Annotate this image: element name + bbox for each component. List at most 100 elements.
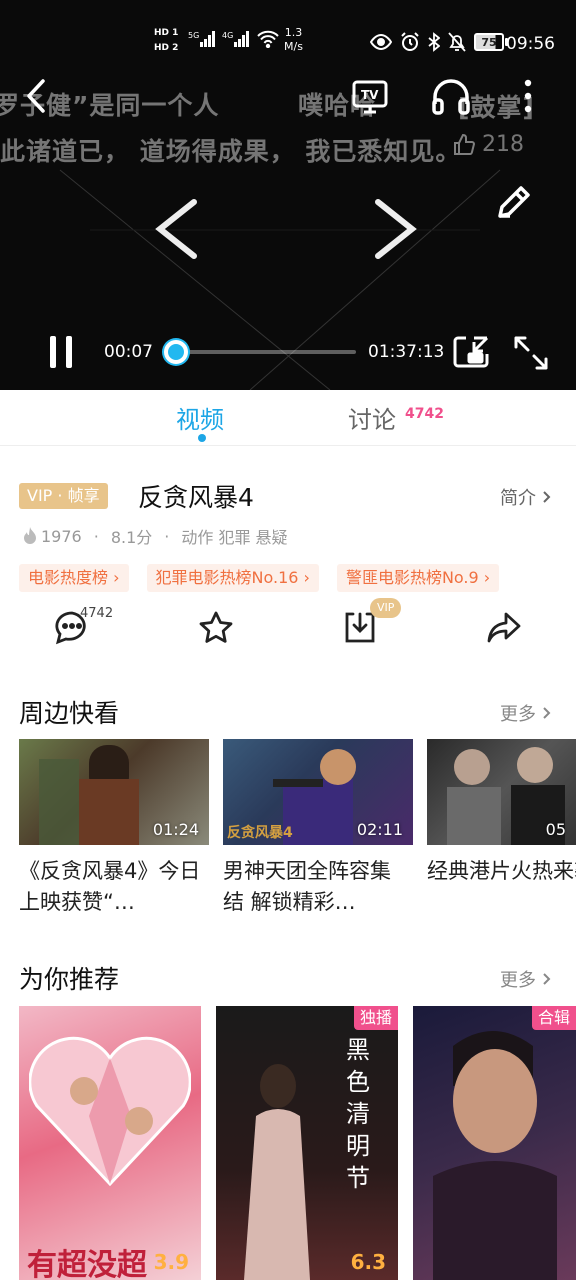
recommend-card[interactable]: 有超没超 3.9: [19, 1006, 201, 1280]
fullscreen-icon: [514, 336, 548, 370]
more-options-button[interactable]: [522, 78, 534, 118]
pip-icon: [453, 336, 489, 368]
download-button[interactable]: [342, 610, 378, 650]
chevron-right-icon: ›: [303, 568, 310, 587]
chevron-right-icon: [375, 199, 417, 259]
flame-icon: [24, 527, 36, 544]
chevron-right-icon: [543, 707, 551, 719]
eye-icon: [370, 34, 392, 50]
share-button[interactable]: [486, 610, 522, 650]
download-vip-tag: VIP: [370, 598, 402, 618]
total-time: 01:37:13: [368, 342, 445, 362]
status-icons: 75: [370, 32, 508, 52]
progress-bar[interactable]: [170, 350, 356, 354]
status-bar: HD 1 HD 2 5G 4G 1.3 M/s 75 09:56: [0, 0, 576, 78]
speed-value: 1.3: [284, 26, 303, 39]
intro-link[interactable]: 简介: [500, 484, 552, 510]
rank-tag[interactable]: 电影热度榜 ›: [19, 564, 129, 592]
clip-caption[interactable]: 经典港片火热来袭，古天乐刘·: [427, 856, 576, 887]
rank-label: 犯罪电影热榜No.16: [155, 568, 299, 587]
speed-unit: M/s: [284, 40, 303, 53]
video-player[interactable]: 罗子健”是同一个人 噗哈哈 [鼓掌] 此诸道已， 道场得成果， 我已悉知见。 2…: [0, 0, 576, 390]
recommend-card[interactable]: 合辑: [413, 1006, 576, 1280]
more-label: 更多: [500, 704, 536, 725]
sim1-label: HD 1: [154, 28, 179, 38]
thumb-up-icon: [454, 133, 476, 155]
favorite-button[interactable]: [198, 610, 234, 650]
star-icon: [199, 611, 233, 643]
section-title: 周边快看: [19, 699, 120, 728]
send-danmu-button[interactable]: [494, 182, 534, 226]
danmu-like-count: 218: [482, 132, 524, 157]
clip-caption[interactable]: 男神天团全阵容集结 解锁精彩…: [223, 856, 409, 918]
pause-icon: [50, 336, 72, 368]
svg-text:4G: 4G: [222, 31, 233, 40]
clip-duration: 02:11: [356, 820, 403, 839]
signal-4g-icon: 4G: [222, 30, 252, 52]
rank-label: 电影热度榜: [28, 568, 109, 587]
svg-text:5G: 5G: [188, 31, 199, 40]
sim-indicator: HD 1 HD 2: [154, 26, 178, 56]
rating-score: 6.3: [350, 1250, 386, 1274]
fullscreen-button[interactable]: [512, 334, 550, 376]
danmu-comment: 此诸道已， 道场得成果， 我已悉知见。: [0, 137, 462, 166]
clip-caption[interactable]: 《反贪风暴4》今日上映获赞“…: [19, 856, 205, 918]
back-button[interactable]: [26, 78, 46, 118]
bluetooth-icon: [428, 32, 440, 52]
chevron-left-icon: [155, 199, 197, 259]
battery-icon: 75: [474, 33, 508, 51]
tab-discussion[interactable]: 讨论: [348, 400, 396, 435]
pause-button[interactable]: [46, 334, 76, 374]
video-clip-thumbnail[interactable]: 05: [427, 739, 576, 845]
video-clip-thumbnail[interactable]: 01:24: [19, 739, 209, 845]
chevron-right-icon: ›: [113, 568, 120, 587]
mute-bell-icon: [448, 32, 466, 52]
danmu-like[interactable]: 218: [452, 132, 524, 157]
poster-title: 黑色清明节: [346, 1036, 370, 1192]
previous-button[interactable]: [152, 198, 200, 264]
share-icon: [487, 612, 521, 643]
poster-image: [433, 1031, 557, 1280]
chevron-right-icon: [543, 973, 551, 985]
headphones-icon: [432, 79, 470, 115]
signal-5g-icon: 5G: [188, 30, 216, 52]
chevron-right-icon: ›: [483, 568, 491, 587]
comment-count: 4742: [80, 606, 114, 621]
more-label: 更多: [500, 970, 536, 991]
chevron-right-icon: [543, 491, 551, 503]
exclusive-badge: 独播: [353, 1006, 398, 1030]
clip-duration: 05: [545, 820, 566, 839]
svg-text:TV: TV: [361, 88, 379, 102]
discussion-count-badge: 4742: [405, 406, 444, 422]
more-link[interactable]: 更多: [500, 700, 552, 726]
rank-tag[interactable]: 警匪电影热榜No.9 ›: [336, 564, 500, 592]
rank-label: 警匪电影热榜No.9: [345, 568, 479, 587]
alarm-icon: [401, 32, 419, 51]
intro-label: 简介: [500, 488, 536, 509]
recommend-card[interactable]: 独播 黑色清明节 6.3: [216, 1006, 398, 1280]
rank-tags: 电影热度榜 › 犯罪电影热榜No.16 › 警匪电影热榜No.9 ›: [19, 564, 500, 592]
next-button[interactable]: [372, 198, 420, 264]
sim2-label: HD 2: [154, 43, 179, 53]
audio-mode-button[interactable]: [430, 76, 472, 122]
more-vertical-icon: [524, 79, 532, 113]
active-tab-indicator: [198, 434, 206, 442]
heart-collage-image: [29, 1036, 191, 1186]
wifi-icon: [256, 30, 280, 52]
cast-tv-button[interactable]: TV: [350, 76, 390, 120]
tab-video[interactable]: 视频: [176, 400, 224, 435]
video-clip-thumbnail[interactable]: 反贪风暴4 02:11: [223, 739, 413, 845]
clock: 09:56: [506, 34, 555, 54]
rating-score: 3.9: [153, 1250, 189, 1274]
genres: 动作 犯罪 悬疑: [181, 528, 288, 547]
rank-tag[interactable]: 犯罪电影热榜No.16 ›: [146, 564, 319, 592]
back-arrow-icon: [27, 79, 45, 113]
more-link[interactable]: 更多: [500, 966, 552, 992]
picture-in-picture-button[interactable]: [452, 334, 490, 374]
battery-level: 75: [474, 33, 504, 51]
pencil-icon: [498, 186, 530, 218]
movie-title: 反贪风暴4: [138, 483, 254, 512]
content-tabs: 视频 讨论 4742: [0, 390, 576, 446]
tv-icon: TV: [352, 80, 388, 114]
current-time: 00:07: [104, 342, 153, 362]
